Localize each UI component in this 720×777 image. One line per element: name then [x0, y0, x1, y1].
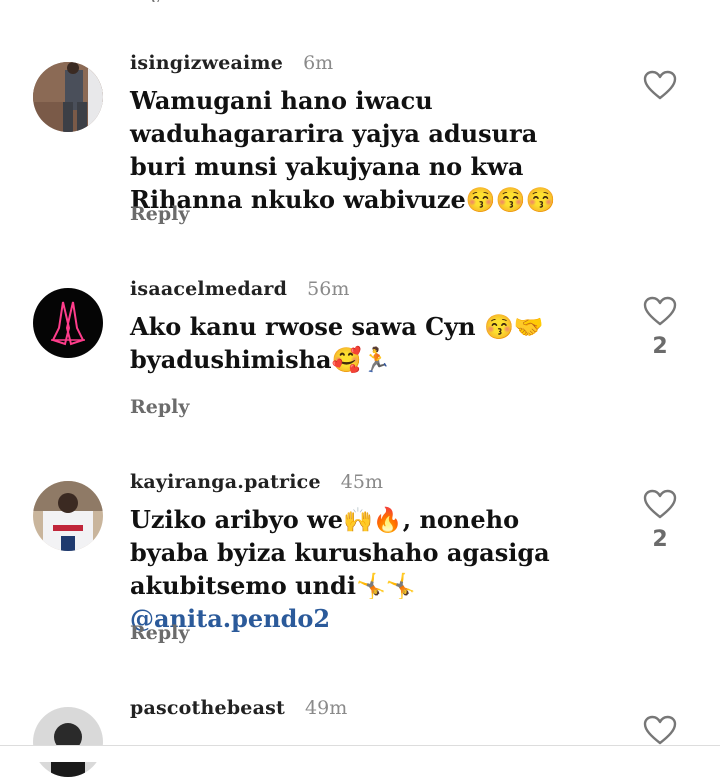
like-button[interactable]	[640, 70, 680, 108]
avatar[interactable]	[33, 707, 103, 777]
comment-text: Ako kanu rwose sawa Cyn 😚🤝 byadushimisha…	[130, 312, 544, 374]
heart-icon	[643, 70, 677, 100]
username[interactable]: pascothebeast	[130, 697, 285, 719]
previous-comment-fragment: y	[150, 0, 180, 2]
timestamp: 45m	[340, 471, 383, 493]
username[interactable]: kayiranga.patrice	[130, 471, 321, 493]
comment-text-content: Uziko aribyo we🙌🔥, noneho byaba byiza ku…	[130, 505, 550, 600]
like-button[interactable]	[640, 715, 680, 745]
comment-text: Uziko aribyo we🙌🔥, noneho byaba byiza ku…	[130, 503, 600, 635]
comment-meta: isaacelmedard 56m	[130, 278, 349, 300]
heart-icon	[643, 489, 677, 519]
comment-meta: kayiranga.patrice 45m	[130, 471, 383, 493]
heart-icon	[643, 715, 677, 745]
avatar[interactable]	[33, 481, 103, 551]
like-button[interactable]: 2	[640, 489, 680, 552]
username[interactable]: isingizweaime	[130, 52, 283, 74]
heart-icon	[643, 296, 677, 326]
bottom-input-bar	[0, 745, 720, 762]
like-count: 2	[652, 334, 668, 359]
username[interactable]: isaacelmedard	[130, 278, 287, 300]
like-button[interactable]: 2	[640, 296, 680, 359]
reply-button[interactable]: Reply	[130, 203, 189, 225]
reply-button[interactable]: Reply	[130, 622, 189, 644]
avatar[interactable]	[33, 62, 103, 132]
reply-button[interactable]: Reply	[130, 396, 189, 418]
comment-meta: pascothebeast 49m	[130, 697, 347, 719]
timestamp: 49m	[305, 697, 348, 719]
like-count: 2	[652, 527, 668, 552]
comment-text: Wamugani hano iwacu waduhagararira yajya…	[130, 86, 556, 214]
avatar[interactable]	[33, 288, 103, 358]
timestamp: 56m	[307, 278, 350, 300]
comment-meta: isingizweaime 6m	[130, 52, 333, 74]
timestamp: 6m	[303, 52, 334, 74]
